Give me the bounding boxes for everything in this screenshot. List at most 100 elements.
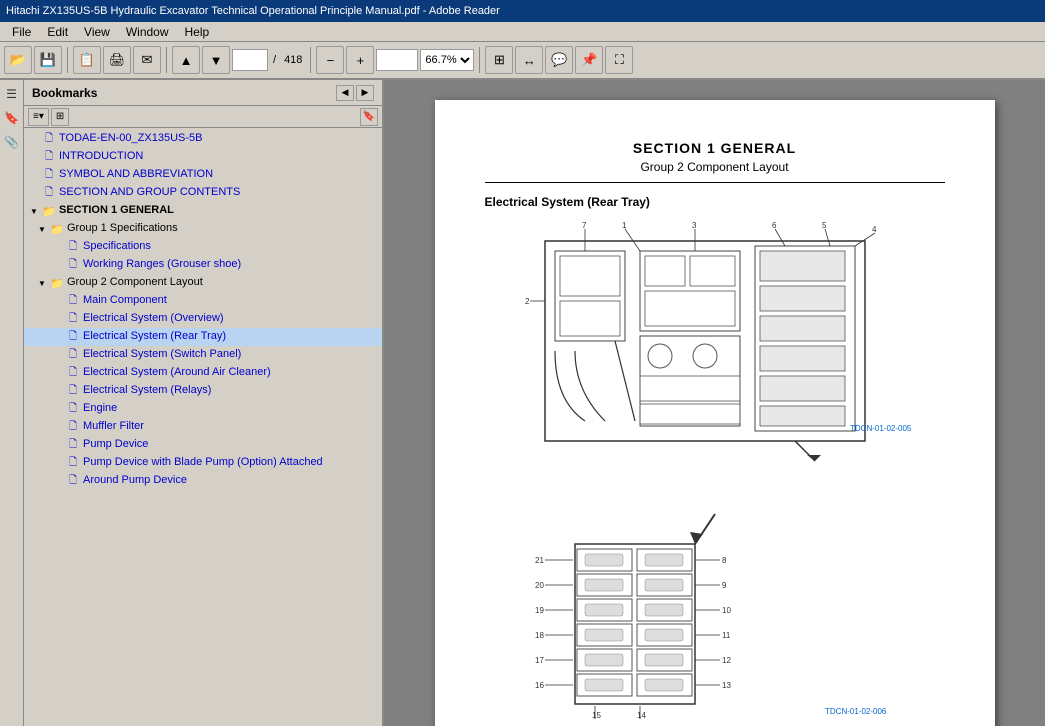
expand-elec-switchpanel[interactable] bbox=[52, 347, 64, 363]
email-button[interactable]: ✉ bbox=[133, 46, 161, 74]
fit-page-button[interactable]: ⊞ bbox=[485, 46, 513, 74]
menu-bar: File Edit View Window Help bbox=[0, 22, 1045, 42]
svg-text:7: 7 bbox=[582, 221, 587, 230]
svg-text:3: 3 bbox=[692, 221, 697, 230]
bookmark-label-aroundpump: Around Pump Device bbox=[83, 473, 378, 488]
bookmark-label-elec-switchpanel: Electrical System (Switch Panel) bbox=[83, 347, 378, 362]
svg-text:13: 13 bbox=[722, 681, 731, 690]
zoom-in-button[interactable]: + bbox=[346, 46, 374, 74]
bookmarks-panel: Bookmarks ◀ ▶ ≡▾ ⊞ 🔖 🗋 TODAE-EN-00_ZX135… bbox=[24, 80, 384, 726]
page-input[interactable]: 20 bbox=[232, 49, 268, 71]
expand-pumpblade[interactable] bbox=[52, 455, 64, 471]
zoom-input[interactable]: 66.7% bbox=[376, 49, 418, 71]
bookmark-item-engine[interactable]: 🗋 Engine bbox=[24, 400, 382, 418]
bookmark-item-muffler[interactable]: 🗋 Muffler Filter bbox=[24, 418, 382, 436]
expand-elec-aircleaner[interactable] bbox=[52, 365, 64, 381]
options-button[interactable]: ≡▾ bbox=[28, 108, 49, 126]
bookmark-item-section-group[interactable]: 🗋 SECTION AND GROUP CONTENTS bbox=[24, 184, 382, 202]
bookmark-item-elec-relays[interactable]: 🗋 Electrical System (Relays) bbox=[24, 382, 382, 400]
svg-text:19: 19 bbox=[535, 606, 544, 615]
bookmark-item-todae[interactable]: 🗋 TODAE-EN-00_ZX135US-5B bbox=[24, 130, 382, 148]
bookmark-item-group2comp[interactable]: ▼ 📁 Group 2 Component Layout bbox=[24, 274, 382, 292]
pdf-viewer[interactable]: SECTION 1 GENERAL Group 2 Component Layo… bbox=[384, 80, 1045, 726]
collapse-panel-button[interactable]: ◀ bbox=[336, 85, 354, 101]
comment-button[interactable]: 💬 bbox=[545, 46, 573, 74]
expand-spec[interactable] bbox=[52, 239, 64, 255]
page-panel-icon[interactable]: ☰ bbox=[2, 84, 22, 104]
bookmark-item-section1[interactable]: ▼ 📁 SECTION 1 GENERAL bbox=[24, 202, 382, 220]
expand-panel-button[interactable]: ▶ bbox=[356, 85, 374, 101]
save-button[interactable]: 💾 bbox=[34, 46, 62, 74]
menu-window[interactable]: Window bbox=[118, 23, 177, 41]
page-of: / bbox=[270, 54, 279, 66]
zoom-out-button[interactable]: − bbox=[316, 46, 344, 74]
expand-group1spec[interactable]: ▼ bbox=[36, 221, 48, 237]
bookmark-item-elec-reartray[interactable]: 🗋 Electrical System (Rear Tray) bbox=[24, 328, 382, 346]
expand-elec-relays[interactable] bbox=[52, 383, 64, 399]
expand-todae[interactable] bbox=[28, 131, 40, 147]
bookmark-item-aroundpump[interactable]: 🗋 Around Pump Device bbox=[24, 472, 382, 490]
page-total: 418 bbox=[281, 54, 305, 66]
bookmark-item-maincomp[interactable]: 🗋 Main Component bbox=[24, 292, 382, 310]
menu-help[interactable]: Help bbox=[177, 23, 218, 41]
expand-elec-overview[interactable] bbox=[52, 311, 64, 327]
menu-edit[interactable]: Edit bbox=[39, 23, 76, 41]
expand-working[interactable] bbox=[52, 257, 64, 273]
bookmark-label-section1: SECTION 1 GENERAL bbox=[59, 203, 378, 218]
stamp-button[interactable]: 📌 bbox=[575, 46, 603, 74]
fit-width-button[interactable]: ↔ bbox=[515, 46, 543, 74]
edit-tools: 📋 🖨 ✉ bbox=[73, 46, 161, 74]
attach-panel-icon[interactable]: 📎 bbox=[2, 132, 22, 152]
svg-text:21: 21 bbox=[535, 556, 544, 565]
pdf-page: SECTION 1 GENERAL Group 2 Component Layo… bbox=[435, 100, 995, 726]
bookmark-panel-icon[interactable]: 🔖 bbox=[2, 108, 22, 128]
bookmark-item-elec-aircleaner[interactable]: 🗋 Electrical System (Around Air Cleaner) bbox=[24, 364, 382, 382]
bookmark-item-group1spec[interactable]: ▼ 📁 Group 1 Specifications bbox=[24, 220, 382, 238]
bookmark-item-elec-switchpanel[interactable]: 🗋 Electrical System (Switch Panel) bbox=[24, 346, 382, 364]
main-content: ☰ 🔖 📎 Bookmarks ◀ ▶ ≡▾ ⊞ 🔖 🗋 TODAE-EN-00… bbox=[0, 80, 1045, 726]
toolbar-divider-1 bbox=[67, 47, 68, 73]
menu-file[interactable]: File bbox=[4, 23, 39, 41]
bookmark-item-working[interactable]: 🗋 Working Ranges (Grouser shoe) bbox=[24, 256, 382, 274]
fullscreen-button[interactable]: ⛶ bbox=[605, 46, 633, 74]
page-icon-elec-relays: 🗋 bbox=[66, 384, 80, 398]
bookmark-item-pumpdev[interactable]: 🗋 Pump Device bbox=[24, 436, 382, 454]
bookmarks-title: Bookmarks bbox=[32, 86, 97, 100]
print-button[interactable]: 🖨 bbox=[103, 46, 131, 74]
svg-text:18: 18 bbox=[535, 631, 544, 640]
file-tools: 📂 💾 bbox=[4, 46, 62, 74]
bookmark-item-elec-overview[interactable]: 🗋 Electrical System (Overview) bbox=[24, 310, 382, 328]
expand-pumpdev[interactable] bbox=[52, 437, 64, 453]
expand-group2comp[interactable]: ▼ bbox=[36, 275, 48, 291]
bookmark-item-symbol[interactable]: 🗋 SYMBOL AND ABBREVIATION bbox=[24, 166, 382, 184]
expand-section-group[interactable] bbox=[28, 185, 40, 201]
bookmark-add-button[interactable]: 🔖 bbox=[360, 108, 378, 126]
page-icon-maincomp: 🗋 bbox=[66, 294, 80, 308]
expand-muffler[interactable] bbox=[52, 419, 64, 435]
expand-section1[interactable]: ▼ bbox=[28, 203, 40, 219]
toolbar-divider-2 bbox=[166, 47, 167, 73]
expand-elec-reartray[interactable] bbox=[52, 329, 64, 345]
bookmark-item-pumpblade[interactable]: 🗋 Pump Device with Blade Pump (Option) A… bbox=[24, 454, 382, 472]
expand-engine[interactable] bbox=[52, 401, 64, 417]
bookmark-label-elec-reartray: Electrical System (Rear Tray) bbox=[83, 329, 378, 344]
expand-all-button[interactable]: ⊞ bbox=[51, 108, 69, 126]
svg-text:14: 14 bbox=[637, 711, 646, 720]
svg-text:TDCN-01-02-006: TDCN-01-02-006 bbox=[825, 707, 887, 716]
menu-view[interactable]: View bbox=[76, 23, 118, 41]
open-button[interactable]: 📂 bbox=[4, 46, 32, 74]
expand-symbol[interactable] bbox=[28, 167, 40, 183]
prev-page-button[interactable]: ▲ bbox=[172, 46, 200, 74]
expand-maincomp[interactable] bbox=[52, 293, 64, 309]
bookmark-item-spec[interactable]: 🗋 Specifications bbox=[24, 238, 382, 256]
bookmarks-tree[interactable]: 🗋 TODAE-EN-00_ZX135US-5B 🗋 INTRODUCTION … bbox=[24, 128, 382, 726]
toolbar-divider-3 bbox=[310, 47, 311, 73]
properties-button[interactable]: 📋 bbox=[73, 46, 101, 74]
zoom-select[interactable]: 66.7% 50% 75% 100% bbox=[420, 49, 474, 71]
page-icon-elec-reartray: 🗋 bbox=[66, 330, 80, 344]
bookmark-item-intro[interactable]: 🗋 INTRODUCTION bbox=[24, 148, 382, 166]
expand-aroundpump[interactable] bbox=[52, 473, 64, 489]
expand-intro[interactable] bbox=[28, 149, 40, 165]
svg-text:15: 15 bbox=[592, 711, 601, 720]
next-page-button[interactable]: ▼ bbox=[202, 46, 230, 74]
